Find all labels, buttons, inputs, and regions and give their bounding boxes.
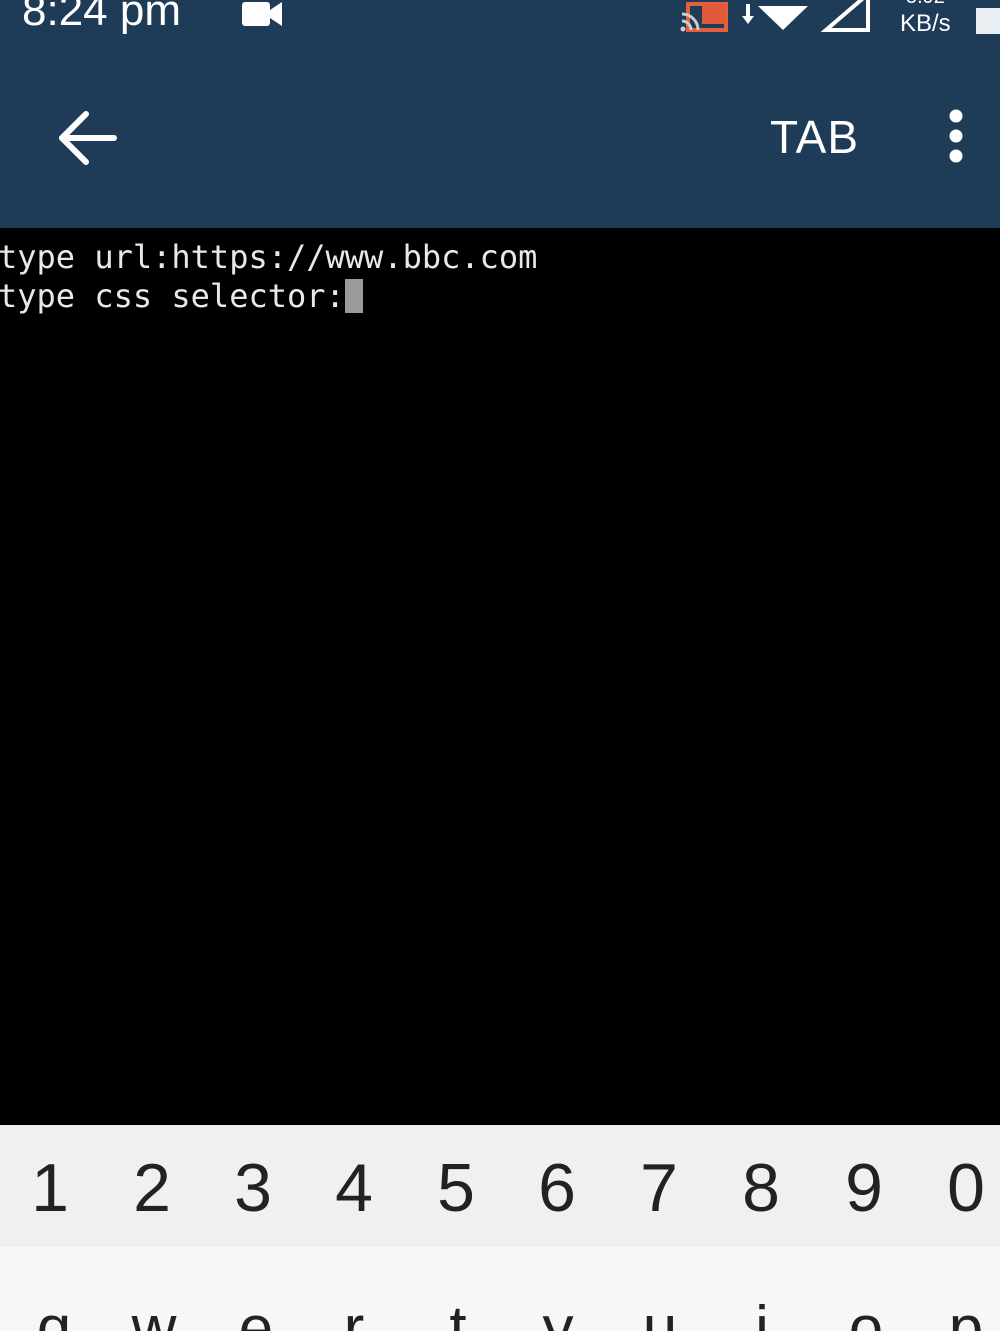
keyboard-number-row: 1 2 3 4 5 6 7 8 9 0 (0, 1125, 1000, 1247)
terminal-line: type url:https://www.bbc.com (0, 238, 1000, 277)
status-icons (678, 0, 888, 40)
more-options-button[interactable] (934, 106, 978, 178)
terminal-line-text: type url:https://www.bbc.com (0, 238, 538, 276)
back-button[interactable] (52, 98, 124, 178)
wifi-icon (758, 6, 808, 30)
status-speed-value: 5.92 (906, 0, 945, 9)
terminal-output[interactable]: type url:https://www.bbc.com type css se… (0, 228, 1000, 1125)
key-7[interactable]: 7 (629, 1149, 689, 1227)
key-4[interactable]: 4 (324, 1149, 384, 1227)
status-bar: 8:24 pm KB/s (0, 0, 1000, 58)
arrow-left-icon (59, 111, 117, 165)
key-8[interactable]: 8 (731, 1149, 791, 1227)
soft-keyboard: 1 2 3 4 5 6 7 8 9 0 q w e r t y u i o p (0, 1125, 1000, 1331)
keyboard-letter-row: q w e r t y u i o p (0, 1247, 1000, 1331)
app-toolbar: TAB (0, 58, 1000, 228)
key-1[interactable]: 1 (20, 1149, 80, 1227)
key-p[interactable]: p (936, 1293, 996, 1331)
key-9[interactable]: 9 (834, 1149, 894, 1227)
cast-icon (680, 2, 728, 32)
key-o[interactable]: o (836, 1293, 896, 1331)
key-i[interactable]: i (732, 1293, 792, 1331)
text-cursor (344, 279, 363, 313)
tab-button[interactable]: TAB (770, 110, 859, 170)
key-q[interactable]: q (24, 1293, 84, 1331)
data-arrows-icon (742, 4, 754, 24)
key-3[interactable]: 3 (223, 1149, 283, 1227)
status-speed-unit: KB/s (900, 10, 951, 37)
key-5[interactable]: 5 (426, 1149, 486, 1227)
key-y[interactable]: y (528, 1293, 588, 1331)
terminal-line-text: type css selector: (0, 277, 345, 315)
key-6[interactable]: 6 (527, 1149, 587, 1227)
key-2[interactable]: 2 (122, 1149, 182, 1227)
signal-icon (820, 0, 870, 32)
battery-icon (976, 8, 1000, 34)
app-screen: 8:24 pm KB/s TAB type url:https://www.bb… (0, 0, 1000, 1331)
key-0[interactable]: 0 (936, 1149, 996, 1227)
key-e[interactable]: e (226, 1293, 286, 1331)
terminal-line: type css selector: (0, 277, 1000, 316)
key-t[interactable]: t (428, 1293, 488, 1331)
camera-icon (242, 0, 286, 35)
status-time: 8:24 pm (22, 0, 181, 35)
key-u[interactable]: u (630, 1293, 690, 1331)
key-w[interactable]: w (124, 1293, 184, 1331)
key-r[interactable]: r (324, 1293, 384, 1331)
more-vertical-icon (949, 109, 963, 163)
